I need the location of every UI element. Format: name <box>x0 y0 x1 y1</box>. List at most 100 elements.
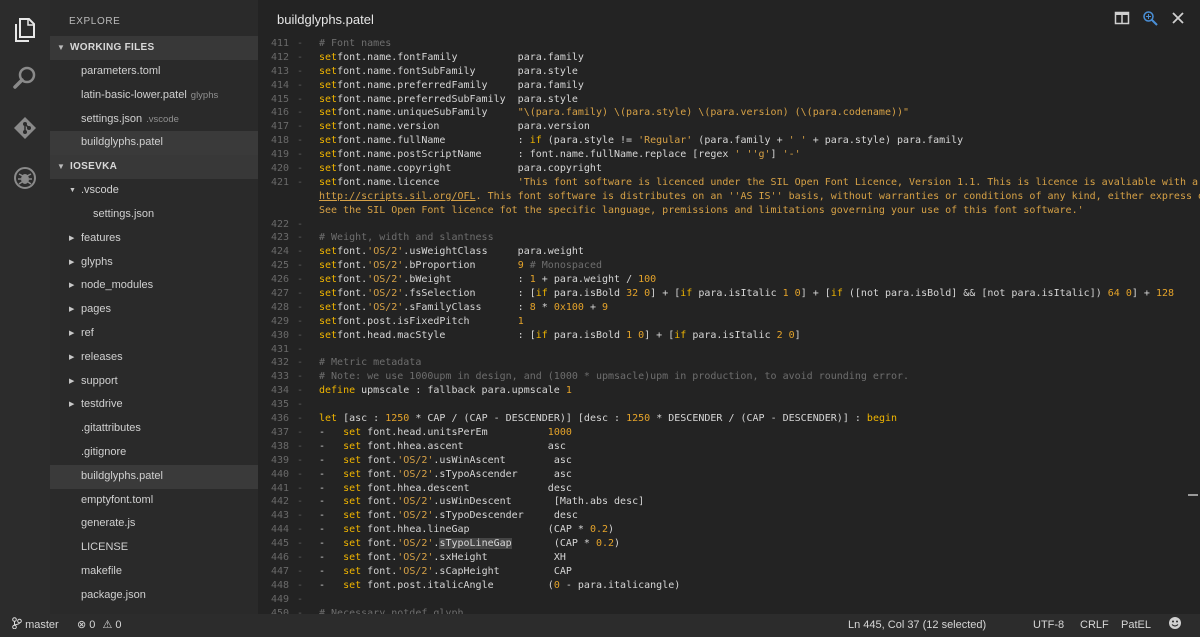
scrollbar-thumb[interactable] <box>1188 494 1198 496</box>
code-line[interactable]: 421- setfont.name.licence 'This font soft… <box>258 176 1200 190</box>
file-name: generate.js <box>81 517 136 530</box>
code-line[interactable]: 412- setfont.name.fontFamily para.family <box>258 51 1200 65</box>
code-line[interactable]: 422- <box>258 218 1200 232</box>
branch-indicator[interactable]: master <box>12 614 59 637</box>
search-icon[interactable] <box>0 60 50 96</box>
code-token: 'OS/2' <box>397 510 434 522</box>
close-editor-icon[interactable] <box>1170 10 1186 26</box>
code-line[interactable]: 413- setfont.name.fontSubFamily para.styl… <box>258 65 1200 79</box>
split-editor-icon[interactable] <box>1114 10 1130 26</box>
code-token: set <box>319 260 338 272</box>
code-token: (para.family + <box>692 135 789 147</box>
code-line[interactable]: 445- - set font.'OS/2'.sTypoLineGap (CAP … <box>258 537 1200 551</box>
open-changes-icon[interactable] <box>1142 10 1158 26</box>
line-number: 433 <box>270 371 289 383</box>
code-line[interactable]: 426- setfont.'OS/2'.bWeight : 1 + para.we… <box>258 273 1200 287</box>
tree-folder[interactable]: ▶ features <box>50 227 258 251</box>
code-token: .usWinAscent asc <box>433 454 572 466</box>
working-file-item[interactable]: settings.json .vscode <box>50 108 258 132</box>
branch-name: master <box>25 619 59 631</box>
working-file-item[interactable]: parameters.toml <box>50 60 258 84</box>
tree-folder[interactable]: ▶ ref <box>50 322 258 346</box>
code-line[interactable]: 439- - set font.'OS/2'.usWinAscent asc <box>258 454 1200 468</box>
code-line[interactable]: 436- let [asc : 1250 * CAP / (CAP - DESCE… <box>258 412 1200 426</box>
code-line[interactable]: 446- - set font.'OS/2'.sxHeight XH <box>258 551 1200 565</box>
code-line[interactable]: 423- # Weight, width and slantness <box>258 231 1200 245</box>
code-line[interactable]: 428- setfont.'OS/2'.sFamilyClass : 8 * 0x… <box>258 301 1200 315</box>
language-selector[interactable]: PatEL <box>1121 614 1151 637</box>
code-line[interactable]: 437- - set font.head.unitsPerEm 1000 <box>258 426 1200 440</box>
code-token: set <box>343 454 362 466</box>
code-line[interactable]: 443- - set font.'OS/2'.sTypoDescender des… <box>258 509 1200 523</box>
code-line[interactable]: 449- <box>258 593 1200 607</box>
line-number: 420 <box>270 163 289 175</box>
smiley-icon[interactable] <box>1168 614 1182 637</box>
debug-icon[interactable] <box>0 160 50 196</box>
encoding-selector[interactable]: UTF-8 <box>1033 614 1064 637</box>
code-line[interactable]: 419- setfont.name.postScriptName : font.n… <box>258 148 1200 162</box>
code-token: - <box>319 440 344 452</box>
code-line[interactable]: http://scripts.sil.org/OFL. This font so… <box>258 190 1200 204</box>
tree-file[interactable]: generate.js <box>50 512 258 536</box>
git-icon[interactable] <box>0 110 50 146</box>
code-line[interactable]: 411- # Font names <box>258 37 1200 51</box>
code-line[interactable]: 430- setfont.head.macStyle : [if para.isB… <box>258 329 1200 343</box>
explorer-icon[interactable] <box>0 12 50 48</box>
code-line[interactable]: 418- setfont.name.fullName : if (para.sty… <box>258 134 1200 148</box>
code-line[interactable]: 424- setfont.'OS/2'.usWeightClass para.we… <box>258 245 1200 259</box>
code-line[interactable]: 433- # Note: we use 1000upm in design, an… <box>258 370 1200 384</box>
code-line[interactable]: 420- setfont.name.copyright para.copyrigh… <box>258 162 1200 176</box>
tree-file[interactable]: LICENSE <box>50 536 258 560</box>
code-line[interactable]: 432- # Metric metadata <box>258 356 1200 370</box>
code-line[interactable]: 425- setfont.'OS/2'.bProportion 9 # Monos… <box>258 259 1200 273</box>
code-line[interactable]: 447- - set font.'OS/2'.sCapHeight CAP <box>258 565 1200 579</box>
code-line[interactable]: 431- <box>258 343 1200 357</box>
code-token: font.name.version para.version <box>337 121 590 133</box>
tree-folder[interactable]: ▶ node_modules <box>50 274 258 298</box>
code-line[interactable]: 429- setfont.post.isFixedPitch 1 <box>258 315 1200 329</box>
tree-file[interactable]: makefile <box>50 560 258 584</box>
tree-file[interactable]: .gitignore <box>50 441 258 465</box>
tree-folder[interactable]: ▼ .vscode <box>50 179 258 203</box>
code-line[interactable]: 435- <box>258 398 1200 412</box>
line-number: 426 <box>270 274 289 286</box>
fold-marker: - <box>297 274 304 286</box>
code-line[interactable]: 414- setfont.name.preferredFamily para.fa… <box>258 79 1200 93</box>
code-token: 1250 <box>385 413 410 425</box>
code-view[interactable]: 411- # Font names 412- setfont.name.fontFam… <box>258 37 1200 614</box>
tree-file[interactable]: package.json <box>50 584 258 608</box>
code-line[interactable]: 416- setfont.name.uniqueSubFamily "\(para… <box>258 106 1200 120</box>
cursor-position[interactable]: Ln 445, Col 37 (12 selected) <box>848 614 986 637</box>
tree-folder[interactable]: ▶ releases <box>50 346 258 370</box>
working-files-header[interactable]: ▼ WORKING FILES <box>50 36 258 60</box>
tree-file[interactable]: .gitattributes <box>50 417 258 441</box>
code-token: set <box>343 524 362 536</box>
tree-folder[interactable]: ▶ glyphs <box>50 251 258 275</box>
tree-folder[interactable]: ▶ support <box>50 370 258 394</box>
code-token: - <box>319 565 344 577</box>
code-line[interactable]: 450 - # Necessary notdef glyph <box>258 607 1200 614</box>
project-header[interactable]: ▼ IOSEVKA <box>50 155 258 180</box>
working-file-item[interactable]: buildglyphs.patel <box>50 131 258 156</box>
code-token: set <box>343 565 362 577</box>
tree-file[interactable]: settings.json <box>50 203 258 227</box>
code-line[interactable]: 415- setfont.name.preferredSubFamily para… <box>258 93 1200 107</box>
eol-selector[interactable]: CRLF <box>1080 614 1109 637</box>
code-line[interactable]: 442- - set font.'OS/2'.usWinDescent [Math… <box>258 495 1200 509</box>
code-token: ] + <box>1131 288 1156 300</box>
code-line[interactable]: 440- - set font.'OS/2'.sTypoAscender asc <box>258 468 1200 482</box>
tree-folder[interactable]: ▶ pages <box>50 298 258 322</box>
tree-file[interactable]: emptyfont.toml <box>50 489 258 513</box>
code-line[interactable]: 438- - set font.hhea.ascent asc <box>258 440 1200 454</box>
code-line[interactable]: 427- setfont.'OS/2'.fsSelection : [if par… <box>258 287 1200 301</box>
code-line[interactable]: 444- - set font.hhea.lineGap (CAP * 0.2) <box>258 523 1200 537</box>
code-line[interactable]: See the SIL Open Font licence fot the sp… <box>258 204 1200 218</box>
code-line[interactable]: 417- setfont.name.version para.version <box>258 120 1200 134</box>
problems-indicator[interactable]: ⊗ 0 ⚠ 0 <box>77 614 122 637</box>
code-line[interactable]: 441- - set font.hhea.descent desc <box>258 482 1200 496</box>
working-file-item[interactable]: latin-basic-lower.patel glyphs <box>50 84 258 108</box>
code-line[interactable]: 448- - set font.post.italicAngle (0 - par… <box>258 579 1200 593</box>
tree-folder[interactable]: ▶ testdrive <box>50 393 258 417</box>
code-line[interactable]: 434- define upmscale : fallback para.upms… <box>258 384 1200 398</box>
tree-file[interactable]: buildglyphs.patel <box>50 464 258 489</box>
